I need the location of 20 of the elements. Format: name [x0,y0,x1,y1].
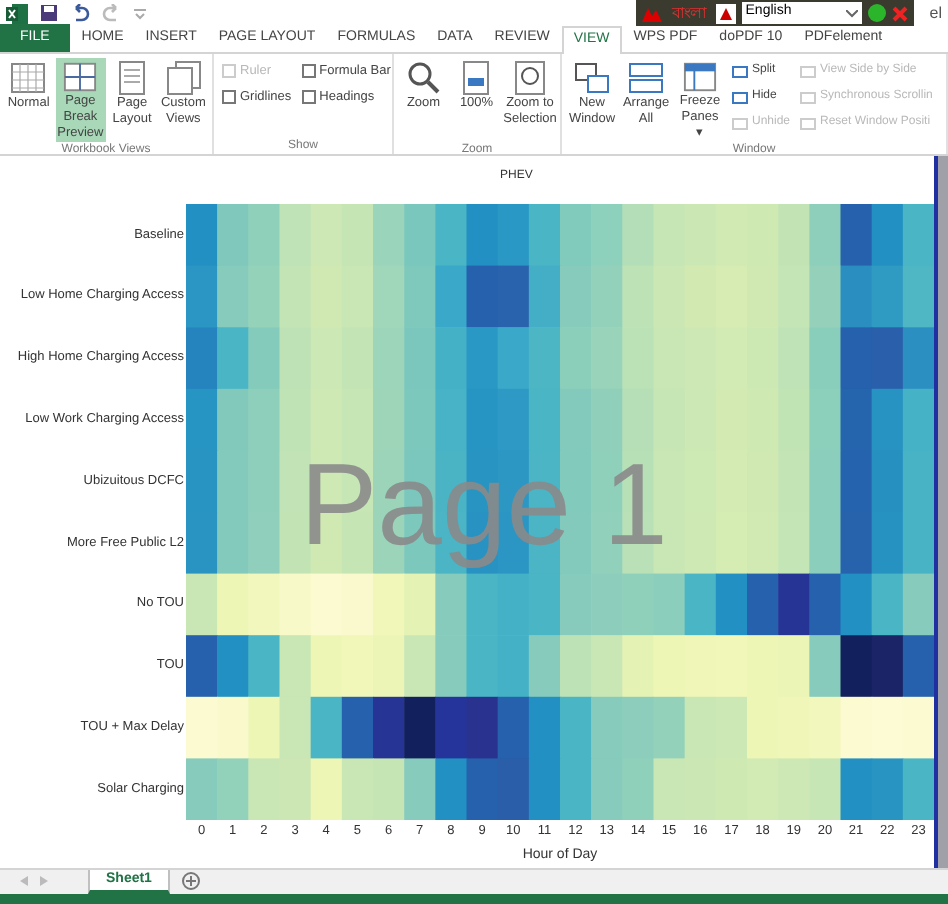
checkbox[interactable] [222,90,236,104]
search-icon [403,60,444,96]
undo-icon[interactable] [70,4,90,22]
save-icon[interactable] [40,4,58,22]
windows-icon [572,60,612,96]
page-grid-icon [60,60,101,94]
checkbox[interactable] [301,90,316,104]
account-name: el [929,1,942,25]
stacked-windows-icon [626,60,666,96]
customize-toolbar-icon[interactable] [134,7,146,19]
add-sheet-icon[interactable] [181,872,200,891]
script-label: বাংলা [669,1,709,25]
chevron-down-icon [845,9,858,17]
stacked-pages-icon [163,60,204,96]
excel-logo-icon[interactable] [6,3,28,23]
close-icon[interactable] [891,5,908,21]
checkbox[interactable] [301,64,316,78]
grid-icon [8,60,49,96]
zoom-page-icon [510,60,550,96]
frozen-table-icon [680,60,720,94]
